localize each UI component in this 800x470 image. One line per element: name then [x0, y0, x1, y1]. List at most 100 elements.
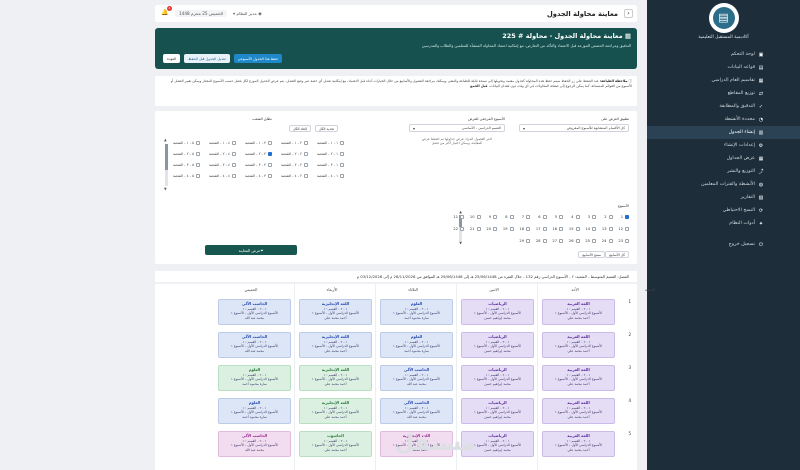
week-checkbox[interactable]: 21 [470, 227, 481, 231]
schedule-cell[interactable]: اللغة الإنجليزية ١ - ٢ - القسم : ١ الأسبوع… [299, 299, 372, 325]
schedule-cell[interactable]: اللغة العربية ١ - ٢ - القسم : ١ الأسبوع ال… [542, 365, 615, 391]
notifications-bell-icon[interactable]: 🔔 4 [161, 6, 172, 17]
week-checkbox[interactable]: 7 [522, 215, 530, 219]
class-checkbox[interactable]: ١ - ٢ - الشعبة [317, 152, 345, 156]
week-source-select[interactable]: القسم الدراسي - الأساسي ▾ [409, 124, 505, 132]
approach-select[interactable]: كل الأقسام المتشابهة للأسبوع المعروض ▾ [519, 124, 629, 132]
week-checkbox[interactable]: 6 [538, 215, 547, 219]
class-checkbox[interactable]: ٢ - ١ - الشعبة [281, 141, 309, 145]
sidebar-item[interactable]: ◔ محددة الأنشطة [647, 113, 800, 126]
week-checkbox[interactable]: 24 [602, 239, 613, 243]
class-checkbox[interactable]: ٥ - ٤ - الشعبة [173, 174, 201, 178]
schedule-cell[interactable]: اللغة العربية ١ - ٢ - القسم : ١ الأسبوع ال… [542, 332, 615, 358]
week-checkbox[interactable]: 11 [453, 215, 464, 219]
week-checkbox[interactable]: 27 [552, 239, 563, 243]
all-weeks-button[interactable]: كل الأسابيع [605, 251, 629, 258]
week-checkbox[interactable]: 12 [618, 227, 629, 231]
week-checkbox[interactable]: 25 [585, 239, 596, 243]
week-checkbox[interactable]: 8 [505, 215, 514, 219]
class-checkbox[interactable]: ٤ - ١ - الشعبة [209, 141, 237, 145]
select-all-button[interactable]: تحديد الكل [315, 125, 339, 132]
week-checkbox[interactable]: 17 [536, 227, 547, 231]
class-checkbox[interactable]: ٤ - ٢ - الشعبة [209, 152, 237, 156]
sidebar-item[interactable]: ▧ التقارير [647, 191, 800, 204]
week-checkbox[interactable]: 2 [604, 215, 613, 219]
save-schedule-button[interactable]: حفظ هذا الجدول الأسبوعي [233, 54, 283, 63]
schedule-cell[interactable]: الرياضيات ١ - ٢ - القسم : ١ الأسبوع الدراس… [461, 332, 534, 358]
class-checkbox[interactable]: ١ - ١ - الشعبة [317, 141, 345, 145]
sidebar-item[interactable]: ◍ الأنشطة والفترات المعلمين [647, 178, 800, 191]
schedule-cell[interactable]: اللغة العربية ١ - ٢ - القسم : ١ الأسبوع ال… [542, 398, 615, 424]
class-checkbox[interactable]: ٣ - ٣ - الشعبة [245, 163, 273, 167]
logout-button[interactable]: ⏻ تسجيل خروج [647, 238, 800, 251]
class-checkbox[interactable]: ٤ - ٤ - الشعبة [209, 174, 237, 178]
week-checkbox[interactable]: 13 [602, 227, 613, 231]
schedule-cell[interactable]: الرياضيات ١ - ٢ - القسم : ١ الأسبوع الدراس… [461, 299, 534, 325]
sidebar-item[interactable]: ▤ قواعد البيانات [647, 61, 800, 74]
week-checkbox[interactable]: 10 [470, 215, 481, 219]
sidebar-item[interactable]: ✓ التدقيق والمطابقة [647, 100, 800, 113]
sidebar-item[interactable]: ⤴ التوزيع والنشر [647, 165, 800, 178]
class-checkbox[interactable]: ٢ - ٣ - الشعبة [281, 163, 309, 167]
schedule-cell[interactable]: اللغة العربية ١ - ٢ - القسم : ١ الأسبوع ال… [542, 431, 615, 457]
schedule-cell[interactable]: الرياضيات ١ - ٢ - القسم : ١ الأسبوع الدراس… [461, 365, 534, 391]
scroll-up-icon[interactable]: ▲ [459, 210, 462, 214]
scroll-thumb[interactable] [165, 144, 168, 170]
schedule-cell[interactable]: الحاسوب ١ - ٢ - القسم : ١ الأسبوع الدراسي … [299, 431, 372, 457]
sidebar-item[interactable]: ⇄ توزيع المقاطع [647, 87, 800, 100]
sidebar-item[interactable]: ▦ تقاسيم العام الدراسي [647, 74, 800, 87]
week-checkbox[interactable]: 23 [618, 239, 629, 243]
scroll-up-icon[interactable]: ▲ [164, 138, 167, 142]
schedule-cell[interactable]: الحاسب الآلي ١ - ٢ - القسم : ١ الأسبوع الد… [380, 365, 453, 391]
schedule-cell[interactable]: الحاسب الآلي ١ - ٢ - القسم : ١ الأسبوع الد… [380, 398, 453, 424]
schedule-cell[interactable]: اللغة العربية ١ - ٢ - القسم : ١ الأسبوع ال… [542, 299, 615, 325]
scroll-down-icon[interactable]: ▼ [459, 241, 462, 245]
edit-schedule-button[interactable]: تعديل الجدول قبل الحفظ [184, 54, 230, 63]
week-checkbox[interactable]: 19 [503, 227, 514, 231]
show-preview-button[interactable]: ⏷ عرض المعاينة [205, 245, 297, 255]
week-checkbox[interactable]: 9 [489, 215, 497, 219]
user-menu[interactable]: ◉ مدير النظام ▾ [233, 11, 262, 16]
week-checkbox[interactable]: 16 [552, 227, 563, 231]
sidebar-item[interactable]: ⚙ إعدادات الإنشاء [647, 139, 800, 152]
clear-weeks-button[interactable]: مسح الأسابيع [578, 251, 605, 258]
classes-scrollbar[interactable] [165, 144, 168, 186]
week-checkbox[interactable]: 29 [519, 239, 530, 243]
schedule-cell[interactable]: اللغة الإنجليزية ١ - ٢ - القسم : ١ الأسبوع… [299, 332, 372, 358]
week-checkbox[interactable]: 28 [536, 239, 547, 243]
schedule-cell[interactable]: العلوم ١ - ٢ - القسم : ١ الأسبوع الدراسي ا… [380, 332, 453, 358]
week-checkbox[interactable]: 26 [569, 239, 580, 243]
class-checkbox[interactable]: ٢ - ٢ - الشعبة [281, 152, 309, 156]
class-checkbox[interactable]: ١ - ٤ - الشعبة [317, 174, 345, 178]
week-checkbox[interactable]: 14 [585, 227, 596, 231]
class-checkbox[interactable]: ٥ - ٢ - الشعبة [173, 152, 201, 156]
class-checkbox[interactable]: ٣ - ٤ - الشعبة [245, 174, 273, 178]
scroll-down-icon[interactable]: ▼ [164, 187, 167, 191]
week-checkbox[interactable]: 20 [486, 227, 497, 231]
class-checkbox[interactable]: ٥ - ١ - الشعبة [173, 141, 201, 145]
back-arrow-button[interactable]: ‹ [624, 9, 633, 18]
class-checkbox[interactable]: ٣ - ٢ - الشعبة [245, 152, 273, 156]
week-checkbox[interactable]: 22 [453, 227, 464, 231]
schedule-cell[interactable]: العلوم ١ - ٢ - القسم : ١ الأسبوع الدراسي ا… [218, 365, 291, 391]
schedule-cell[interactable]: العلوم ١ - ٢ - القسم : ١ الأسبوع الدراسي ا… [380, 299, 453, 325]
class-checkbox[interactable]: ٢ - ٤ - الشعبة [281, 174, 309, 178]
week-checkbox[interactable]: 15 [569, 227, 580, 231]
class-checkbox[interactable]: ٥ - ٣ - الشعبة [173, 163, 201, 167]
week-checkbox[interactable]: 18 [519, 227, 530, 231]
week-checkbox[interactable]: 1 [621, 215, 629, 219]
class-checkbox[interactable]: ١ - ٣ - الشعبة [317, 163, 345, 167]
clear-all-button[interactable]: إلغاء الكل [289, 125, 311, 132]
class-checkbox[interactable]: ٤ - ٣ - الشعبة [209, 163, 237, 167]
week-checkbox[interactable]: 5 [555, 215, 563, 219]
schedule-cell[interactable]: اللغة الإنجليزية ١ - ٢ - القسم : ١ الأسبوع… [299, 365, 372, 391]
sidebar-item[interactable]: ⟳ النسخ الاحتياطي [647, 204, 800, 217]
week-checkbox[interactable]: 4 [571, 215, 580, 219]
week-checkbox[interactable]: 3 [588, 215, 596, 219]
sidebar-item[interactable]: ▥ إنشاء الجدول [647, 126, 800, 139]
schedule-cell[interactable]: اللغة الإنجليزية ١ - ٢ - القسم : ١ الأسبوع… [299, 398, 372, 424]
back-button[interactable]: العودة [163, 54, 181, 63]
schedule-cell[interactable]: الحاسب الآلي ١ - ٢ - القسم : ١ الأسبوع الد… [218, 332, 291, 358]
schedule-cell[interactable]: الرياضيات ١ - ٢ - القسم : ١ الأسبوع الدراس… [461, 398, 534, 424]
sidebar-item[interactable]: ✦ أدوات النظام [647, 217, 800, 230]
